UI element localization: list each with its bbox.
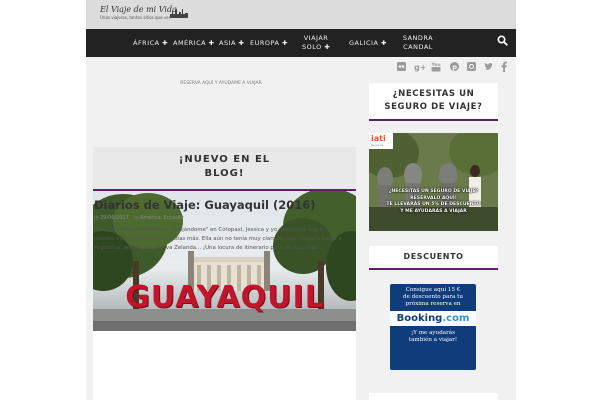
- logo-title: El Viaje de mi Vida: [100, 5, 177, 14]
- booking-banner-link[interactable]: RESERVA AQUÍ Y AYÚDAME A VIAJAR: [86, 77, 356, 91]
- booking-bottom-text: ¡Y me ayudarás también a viajar!: [390, 330, 476, 344]
- clock-icon: ◷: [94, 215, 99, 221]
- new-in-blog-widget: ¡NUEVO EN EL BLOG! GUAYAQUIL: [93, 147, 356, 400]
- post-featured-image[interactable]: GUAYAQUIL: [93, 191, 356, 331]
- skyline-icon: [170, 8, 188, 18]
- blog-heading-line2: BLOG!: [204, 168, 245, 179]
- blog-widget-heading: ¡NUEVO EN EL BLOG!: [93, 147, 356, 189]
- insurance-title-line1: ¿NECESITAS UN: [392, 89, 475, 99]
- nav-item-sandra-candal[interactable]: SANDRA CANDAL: [402, 34, 434, 52]
- booking-bottom-line1: ¡Y me ayudarás: [410, 330, 455, 336]
- iati-insurance-banner[interactable]: iati Seguros ¿NECESITAS UN SEGURO DE VIA…: [369, 133, 498, 231]
- svg-text:p: p: [452, 63, 457, 71]
- iati-line-4: Y ME AYUDARÁS A VIAJAR: [400, 208, 467, 214]
- iati-brand: iati: [371, 134, 386, 143]
- nav-item-sandra-candal-line2: CANDAL: [403, 43, 433, 51]
- pinterest-icon[interactable]: p: [449, 61, 460, 72]
- booking-top-line2: de descuento para tu: [402, 294, 464, 300]
- twitter-icon[interactable]: [483, 61, 494, 72]
- post-categories[interactable]: América, Ecuador: [140, 215, 184, 221]
- booking-discount-banner[interactable]: Consigue aquí 15 € de descuento para tu …: [390, 284, 476, 370]
- booking-top-line3: próxima reserva en: [405, 301, 461, 307]
- booking-brand-suffix: .com: [442, 313, 470, 324]
- insurance-widget-title: ¿NECESITAS UN SEGURO DE VIAJE?: [369, 83, 498, 119]
- site-logo[interactable]: El Viaje de mi Vida Unos viajeros, tanto…: [100, 5, 188, 20]
- nav-item-galicia[interactable]: GALICIA ✚: [349, 38, 387, 48]
- nav-item-europa[interactable]: EUROPA ✚: [250, 38, 288, 48]
- booking-top-line1: Consigue aquí 15 €: [405, 287, 461, 293]
- site-header: El Viaje de mi Vida Unos viajeros, tanto…: [86, 0, 516, 29]
- iati-promo-text: ¿NECESITAS UN SEGURO DE VIAJE? RESÉRVALO…: [369, 189, 498, 215]
- booking-top-text: Consigue aquí 15 € de descuento para tu …: [390, 287, 476, 308]
- main-nav: ÁFRICA ✚ AMÉRICA ✚ ASIA ✚ EUROPA ✚ VIAJA…: [86, 29, 516, 57]
- logo-subtitle: Unos viajeros, tantos sitios que ver: [100, 15, 171, 20]
- iati-brand-sub: Seguros: [371, 143, 384, 147]
- booking-bottom-line2: también a viajar!: [408, 337, 458, 343]
- blog-heading-line1: ¡NUEVO EN EL: [178, 154, 271, 165]
- facebook-icon[interactable]: [499, 61, 510, 72]
- svg-text:g+: g+: [414, 63, 425, 72]
- iati-logo: iati Seguros: [371, 134, 386, 147]
- discount-title-divider: [369, 268, 498, 270]
- post-meta: ◷ 29/06/2017 ▭ América, Ecuador: [94, 215, 184, 221]
- nav-item-viajar-solo-line2: SOLO ✚: [302, 43, 331, 51]
- nav-item-viajar-solo[interactable]: VIAJAR SOLO ✚: [302, 34, 330, 52]
- iati-banner-photo: [369, 133, 498, 231]
- google-plus-icon[interactable]: g+: [414, 61, 425, 72]
- nav-item-viajar-solo-line1: VIAJAR: [303, 34, 329, 42]
- discount-widget-title: DESCUENTO: [369, 246, 498, 268]
- nav-item-sandra-candal-line1: SANDRA: [402, 34, 434, 42]
- page-wrapper: El Viaje de mi Vida Unos viajeros, tanto…: [86, 0, 516, 400]
- post-date: 29/06/2017: [99, 215, 129, 221]
- instagram-icon[interactable]: [466, 61, 477, 72]
- flickr-icon[interactable]: [396, 61, 407, 72]
- nav-item-asia[interactable]: ASIA ✚: [219, 38, 244, 48]
- booking-logo: Booking.com: [390, 311, 476, 326]
- search-icon[interactable]: [497, 35, 508, 46]
- insurance-title-line2: SEGURO DE VIAJE?: [384, 102, 483, 112]
- youtube-icon[interactable]: You: [431, 61, 442, 72]
- folder-icon: ▭: [133, 215, 139, 221]
- post-excerpt: Tras unos días meditando y "relajándome"…: [94, 227, 342, 251]
- nav-item-africa[interactable]: ÁFRICA ✚: [133, 38, 168, 48]
- iati-line-3: TE LLEVARÁS UN 5% DE DESCUENTO: [386, 202, 481, 207]
- post-title-link[interactable]: Diarios de Viaje: Guayaquil (2016): [94, 198, 316, 212]
- next-sidebar-widget: [369, 393, 498, 400]
- social-bar: g+ You p: [86, 57, 516, 77]
- nav-item-america[interactable]: AMÉRICA ✚: [173, 38, 215, 48]
- guayaquil-sign: GUAYAQUIL: [125, 280, 325, 315]
- insurance-title-divider: [369, 119, 498, 121]
- booking-brand: Booking: [396, 313, 443, 324]
